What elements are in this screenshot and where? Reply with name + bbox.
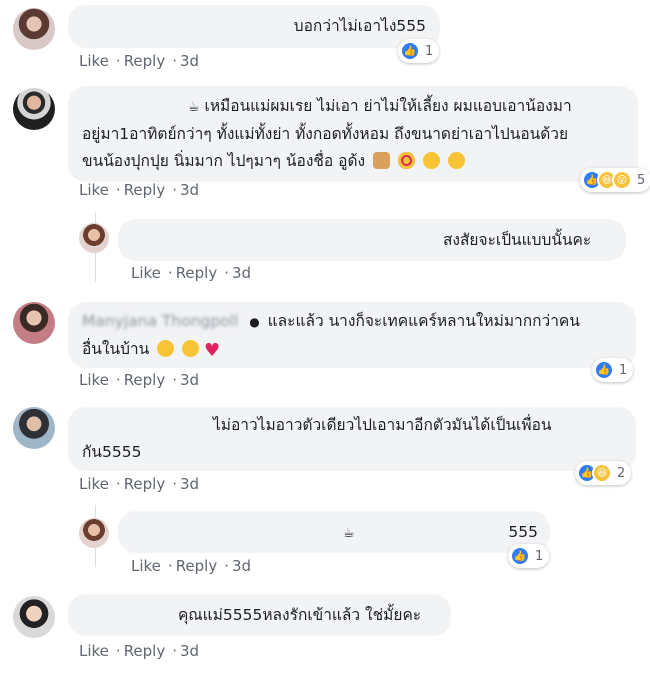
like-button[interactable]: Like <box>131 264 161 282</box>
avatar[interactable] <box>79 518 109 548</box>
rofl-emoji-icon <box>157 340 175 357</box>
reply-button[interactable]: Reply <box>176 557 218 575</box>
comment-actions: Like · Reply · 3d <box>131 264 252 282</box>
comment-bubble: คุณแม่5555หลงรักเข้าแล้ว ใช่มั้ยคะ <box>68 594 451 636</box>
commenter-name[interactable] <box>82 13 232 40</box>
heart-eyes-emoji-icon <box>397 152 415 169</box>
laughing-emoji-icon <box>447 152 465 169</box>
reaction-badge[interactable]: 👍 😆 😮 5 <box>580 168 650 192</box>
comment-actions: Like · Reply · 3d <box>79 642 200 660</box>
comment-text: สงสัยจะเป็นแบบนั้นคะ <box>442 231 592 249</box>
timestamp: 3d <box>232 264 252 282</box>
like-button[interactable]: Like <box>131 557 161 575</box>
reaction-badge[interactable]: 👍 1 <box>592 358 634 382</box>
comment-actions: Like · Reply · 3d <box>79 475 200 493</box>
haha-reaction-icon: 😆 <box>592 463 612 483</box>
comment-bubble: Manyjana Thongpoll ● และแล้ว นางก็จะเทคแ… <box>68 302 636 368</box>
commenter-name[interactable]: Manyjana Thongpoll <box>82 308 238 335</box>
comment-bubble: ☕ เหมือนแม่ผมเรย ไม่เอา ย่าไม่ให้เลี้ยง … <box>68 86 638 182</box>
like-reaction-icon: 👍 <box>594 360 614 380</box>
commenter-name[interactable] <box>82 602 167 629</box>
dog-emoji-icon <box>373 152 391 169</box>
commenter-name[interactable] <box>82 412 202 439</box>
reaction-badge[interactable]: 👍 😆 2 <box>575 461 632 485</box>
like-button[interactable]: Like <box>79 371 109 389</box>
commenter-name[interactable] <box>82 93 177 120</box>
wow-reaction-icon: 😮 <box>612 170 632 190</box>
comment-bubble: ☕ 555 <box>118 511 550 553</box>
comment-actions: Like · Reply · 3d <box>79 371 200 389</box>
comment-bubble: บอกว่าไม่เอาไง555 <box>68 5 440 48</box>
reply-button[interactable]: Reply <box>124 475 166 493</box>
comment-actions: Like · Reply · 3d <box>131 557 252 575</box>
comment-text: คุณแม่5555หลงรักเข้าแล้ว ใช่มั้ยคะ <box>177 606 422 624</box>
avatar[interactable] <box>13 302 55 344</box>
avatar[interactable] <box>13 596 55 638</box>
comment-line: และแล้ว นางก็จะเทคแคร์หลานใหม่มากกว่าคน <box>267 312 580 330</box>
comment-line: เหมือนแม่ผมเรย ไม่เอา ย่าไม่ให้เลี้ยง ผม… <box>204 97 572 115</box>
timestamp: 3d <box>180 642 200 660</box>
timestamp: 3d <box>180 181 200 199</box>
like-button[interactable]: Like <box>79 642 109 660</box>
comment-actions: Like · Reply · 3d <box>79 181 200 199</box>
reply-button[interactable]: Reply <box>124 371 166 389</box>
comment-bubble: สงสัยจะเป็นแบบนั้นคะ <box>118 219 626 261</box>
comment-line: ไม่อาวไมอาวตัวเดียวไปเอามาอีกตัวมันได้เป… <box>212 416 552 434</box>
timestamp: 3d <box>180 371 200 389</box>
comment-bubble: ไม่อาวไมอาวตัวเดียวไปเอามาอีกตัวมันได้เป… <box>68 407 636 471</box>
coffee-icon: ☕ <box>342 526 355 541</box>
comment-text: 555 <box>508 523 538 541</box>
timestamp: 3d <box>180 475 200 493</box>
reply-button[interactable]: Reply <box>124 181 166 199</box>
comment-text: บอกว่าไม่เอาไง555 <box>293 17 426 35</box>
comment-line: อื่นในบ้าน <box>82 340 150 358</box>
emoji-icon: ● <box>249 315 260 329</box>
avatar[interactable] <box>13 8 55 50</box>
like-button[interactable]: Like <box>79 181 109 199</box>
like-button[interactable]: Like <box>79 475 109 493</box>
laughing-emoji-icon <box>422 152 440 169</box>
timestamp: 3d <box>180 52 200 70</box>
like-button[interactable]: Like <box>79 52 109 70</box>
avatar[interactable] <box>13 88 55 130</box>
comment-line: ขนน้องปุกปุย นิ่มมาก ไปๆมาๆ น้องชื่อ อูด… <box>82 152 366 170</box>
reply-button[interactable]: Reply <box>124 52 166 70</box>
reply-button[interactable]: Reply <box>124 642 166 660</box>
reaction-badge[interactable]: 👍 1 <box>398 39 440 63</box>
rofl-emoji-icon <box>182 340 200 357</box>
reaction-badge[interactable]: 👍 1 <box>508 544 550 568</box>
like-reaction-icon: 👍 <box>510 546 530 566</box>
avatar[interactable] <box>13 407 55 449</box>
blurred-text <box>360 519 490 546</box>
comment-line: กัน5555 <box>82 443 142 461</box>
avatar[interactable] <box>79 223 109 253</box>
reply-button[interactable]: Reply <box>176 264 218 282</box>
red-heart-icon: ♥ <box>204 340 221 361</box>
comment-line: อยู่มา1อาทิตย์กว่าๆ ทั้งแม่ทั้งย่า ทั้งก… <box>82 125 569 143</box>
timestamp: 3d <box>232 557 252 575</box>
commenter-name[interactable] <box>132 227 432 254</box>
like-reaction-icon: 👍 <box>400 41 420 61</box>
commenter-name[interactable] <box>132 519 332 546</box>
coffee-icon: ☕ <box>187 100 200 115</box>
comment-actions: Like · Reply · 3d <box>79 52 200 70</box>
